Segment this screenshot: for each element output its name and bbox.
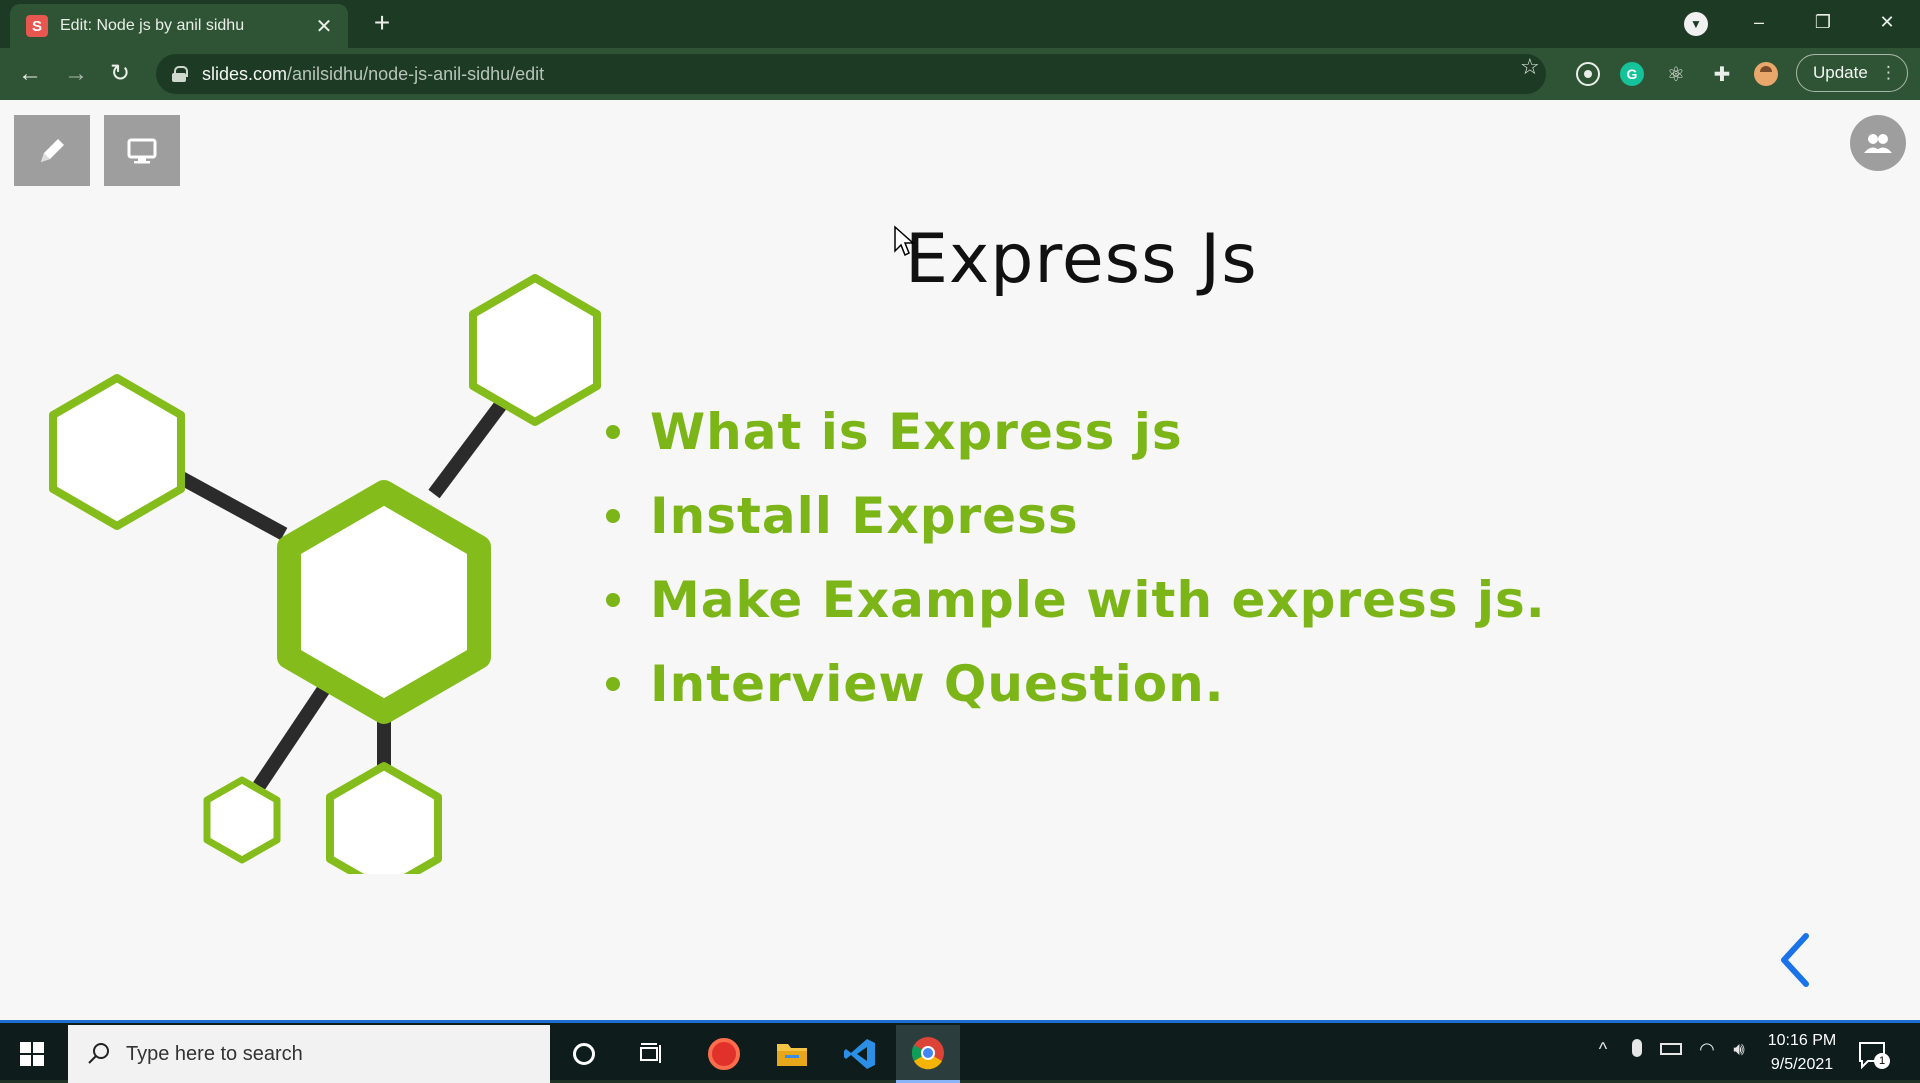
bullet-text: What is Express js [650,403,1183,461]
bullet-dot [606,593,620,607]
slides-favicon-icon: S [26,15,48,37]
file-explorer-icon[interactable] [760,1025,824,1083]
clock-time: 10:16 PM [1767,1032,1837,1049]
bullet-text: Make Example with express js. [650,571,1546,629]
cortana-icon[interactable] [552,1025,616,1083]
address-bar[interactable]: slides.com/anilsidhu/node-js-anil-sidhu/… [156,54,1546,94]
screen-recorder-icon[interactable] [692,1025,756,1083]
chrome-taskbar-icon[interactable] [896,1025,960,1083]
back-arrow-icon[interactable]: ← [14,58,46,90]
bullet-item: What is Express js [606,390,1546,474]
tray-overflow-chevron-icon[interactable]: ^ [1588,1039,1618,1060]
collaborators-button[interactable] [1850,115,1906,171]
pencil-icon [41,138,64,162]
bullet-dot [606,677,620,691]
search-placeholder: Type here to search [126,1042,303,1065]
restore-icon[interactable]: ❐ [1800,6,1846,38]
people-icon [1864,134,1892,153]
forward-arrow-icon[interactable]: → [60,58,92,90]
bullet-dot [606,509,620,523]
bullet-text: Install Express [650,487,1079,545]
search-icon [88,1043,109,1064]
bullet-item: Install Express [606,474,1546,558]
tab-close-icon[interactable]: ✕ [312,14,336,39]
grammarly-icon[interactable]: G [1620,62,1644,86]
extension-target-icon[interactable] [1576,62,1600,86]
browser-tab-active[interactable]: S Edit: Node js by anil sidhu ✕ [10,4,348,48]
extensions-puzzle-icon[interactable]: ✚ [1710,62,1734,86]
taskbar-search-input[interactable]: Type here to search [68,1025,550,1083]
taskbar-clock[interactable]: 10:16 PM 9/5/2021 [1760,1029,1844,1077]
task-view-icon[interactable] [620,1025,684,1083]
slide-viewport: Express Js What is Express js Install Ex… [0,100,1920,1020]
action-center-icon[interactable]: 1 [1856,1037,1890,1071]
update-label: Update [1813,63,1868,82]
url-path: /anilsidhu/node-js-anil-sidhu/edit [287,63,545,84]
react-devtools-icon[interactable]: ⚛ [1664,62,1688,86]
previous-slide-chevron-icon[interactable] [1776,930,1816,990]
close-window-icon[interactable]: ✕ [1864,6,1910,38]
url-text: slides.com/anilsidhu/node-js-anil-sidhu/… [202,64,544,85]
clock-date: 9/5/2021 [1770,1056,1834,1073]
notification-count-badge: 1 [1874,1053,1890,1069]
bookmark-star-icon[interactable]: ☆ [1520,54,1540,80]
wifi-icon[interactable]: ◠ [1692,1039,1722,1060]
bullet-dot [606,425,620,439]
monitor-icon [127,138,157,163]
minimize-icon[interactable]: – [1736,6,1782,38]
windows-taskbar: Type here to search ^ ◠ 🔊︎ 10:16 PM 9/5/… [0,1020,1920,1083]
url-host: slides.com [202,63,288,84]
new-tab-button[interactable]: + [366,8,398,40]
mouse-cursor-icon [894,225,915,257]
update-button[interactable]: Update ⋮ [1796,54,1908,92]
volume-icon[interactable]: 🔊︎ [1724,1039,1754,1060]
vscode-icon[interactable] [828,1025,892,1083]
molecule-illustration [49,274,601,874]
tab-title: Edit: Node js by anil sidhu [60,17,245,34]
slide-title[interactable]: Express Js [905,220,1258,299]
bullet-item: Interview Question. [606,642,1546,726]
tab-search-icon[interactable]: ▼ [1684,12,1708,36]
microphone-icon[interactable] [1622,1039,1652,1057]
bullet-text: Interview Question. [650,655,1225,713]
slide-bullet-list[interactable]: What is Express js Install Express Make … [606,390,1546,726]
bullet-item: Make Example with express js. [606,558,1546,642]
browser-tabstrip: S Edit: Node js by anil sidhu ✕ + ▼ – ❐ … [0,0,1920,48]
profile-avatar[interactable] [1754,62,1778,86]
lock-icon [172,66,188,82]
reload-icon[interactable]: ↻ [104,58,136,90]
kebab-menu-icon[interactable]: ⋮ [1880,63,1897,83]
browser-toolbar: ← → ↻ slides.com/anilsidhu/node-js-anil-… [0,48,1920,100]
windows-start-icon[interactable] [12,1037,52,1071]
battery-icon[interactable] [1656,1039,1686,1055]
